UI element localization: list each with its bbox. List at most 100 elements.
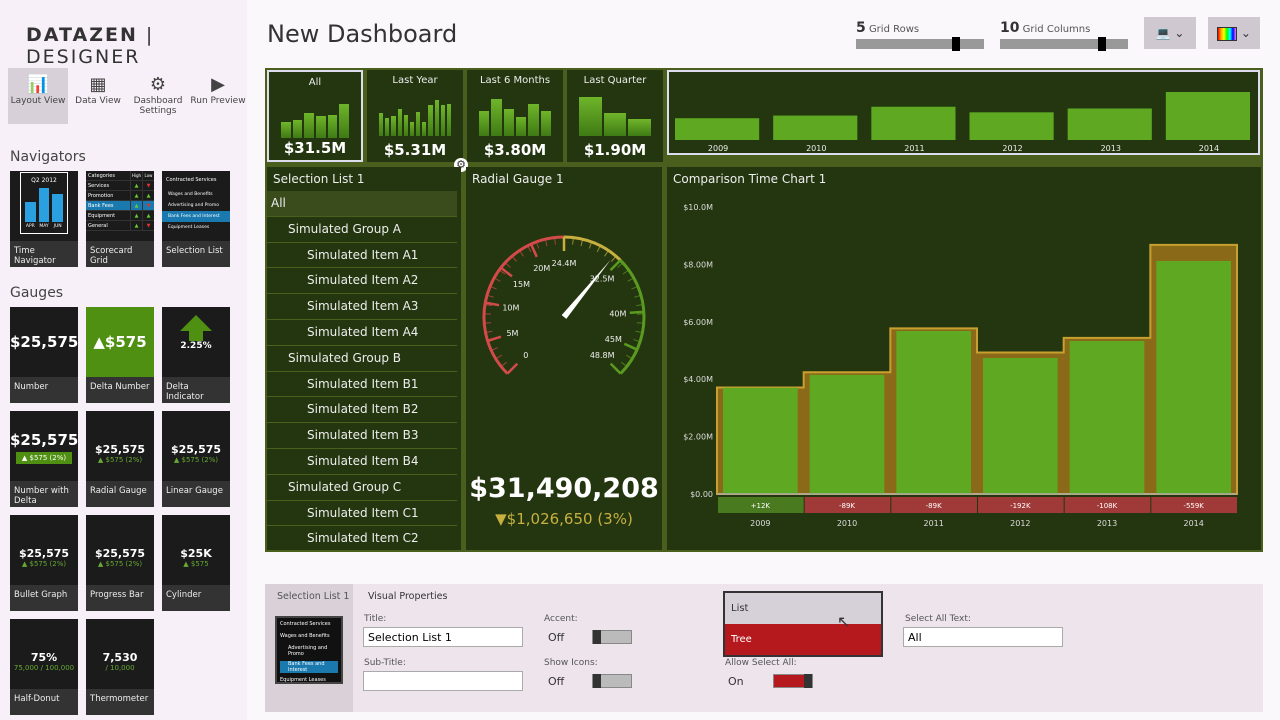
tool-label: Data View [75, 96, 121, 106]
show-icons-state: Off [548, 675, 565, 688]
widget-label: Linear Gauge [162, 481, 230, 507]
grid-cols-thumb[interactable] [1098, 37, 1106, 51]
widget-bullet-graph[interactable]: $25,575 ▲ $575 (2%) Bullet Graph [10, 515, 78, 611]
widget-thermometer[interactable]: 7,530/ 10,000 Thermometer [86, 619, 154, 715]
list-item[interactable]: Simulated Item A4 [267, 320, 457, 346]
list-item[interactable]: All [267, 191, 457, 217]
widget-preview: Contracted Services Wages and Benefits Adv… [275, 616, 343, 684]
spark-bar [434, 100, 439, 136]
grid-cols-label: Grid Columns [1022, 24, 1091, 35]
radial-gauge-svg: 05M10M15M20M24.4M32.5M40M45M48.8M [482, 235, 646, 375]
status-arrow-icon: ▼ [142, 221, 154, 230]
chevron-down-icon: ⌄ [1240, 26, 1251, 40]
year-bar [871, 106, 956, 140]
spark-bar [503, 109, 514, 136]
delta-label: -89K [926, 502, 942, 510]
subtitle-input[interactable] [363, 671, 523, 691]
list-item[interactable]: Simulated Item B1 [267, 372, 457, 398]
allow-select-all-toggle[interactable] [773, 674, 813, 688]
period-sparkbars [479, 90, 551, 136]
title-input[interactable] [363, 627, 523, 647]
spark-bar [515, 116, 527, 136]
list-item[interactable]: Simulated Item B4 [267, 449, 457, 475]
mode-dropdown[interactable]: List Tree [723, 591, 883, 657]
grid-rows-slider[interactable] [856, 39, 984, 49]
widget-preview: 75% 75,000 / 100,000 [13, 651, 75, 672]
gauge-tick-label: 45M [605, 335, 622, 344]
widget-number-with-delta[interactable]: $25,575 ▲ $575 (2%) Number with Delta [10, 411, 78, 507]
widget-scorecard-grid[interactable]: Categories High Low Services ▲ ▼ Promotion ▲ ▲ Ba… [86, 171, 154, 267]
tool-label: Dashboard Settings [133, 96, 183, 116]
x-tick-label: 2010 [837, 519, 857, 528]
spark-bar [422, 122, 427, 136]
widget-half-donut[interactable]: 75% 75,000 / 100,000 Half-Donut [10, 619, 78, 715]
grid-cols-slider[interactable] [1000, 39, 1128, 49]
option-tree[interactable]: Tree [725, 624, 881, 655]
spark-bar [397, 109, 402, 136]
visual-properties-tab[interactable]: Visual Properties [368, 591, 447, 602]
list-item[interactable]: Simulated Item C2 [267, 526, 457, 553]
widget-label: Time Navigator [10, 241, 78, 267]
option-list[interactable]: List [725, 593, 881, 624]
widget-delta-number[interactable]: ▲$575 Delta Number [86, 307, 154, 403]
widget-selection-list[interactable]: Contracted Services Wages and Benefits Adv… [162, 171, 230, 267]
list-item[interactable]: Simulated Item C1 [267, 501, 457, 527]
time-window-frame: Q2 2012 APR MAY JUN [20, 172, 68, 234]
year-bar [1067, 108, 1152, 140]
gauge-tick-label: 0 [523, 351, 528, 360]
grid-rows-thumb[interactable] [952, 37, 960, 51]
list-item[interactable]: Simulated Item B2 [267, 397, 457, 424]
tool-data-view[interactable]: ▦ Data View [68, 68, 128, 124]
show-icons-label: Show Icons: [544, 658, 598, 668]
list-item[interactable]: Simulated Group C [267, 475, 457, 501]
widget-progress-bar[interactable]: $25,575 ▲ $575 (2%) Progress Bar [86, 515, 154, 611]
y-tick-label: $10.0M [683, 203, 713, 212]
widget-time-navigator[interactable]: Q2 2012 APR MAY JUN Time Navigator [10, 171, 78, 267]
period-tile-last-year[interactable]: Last Year $5.31M [367, 70, 463, 162]
widget-cylinder[interactable]: $25K ▲ $575 Cylinder [162, 515, 230, 611]
scorecard-header-cell: Low [142, 171, 154, 180]
brand-sub: DESIGNER [26, 46, 141, 68]
list-item[interactable]: Simulated Item B3 [267, 423, 457, 449]
device-dropdown[interactable]: 💻 ⌄ [1144, 17, 1196, 49]
up-arrow-icon: ▲ [130, 221, 142, 230]
tool-play[interactable]: ▶ Run Preview [188, 68, 248, 124]
accent-toggle[interactable] [592, 630, 632, 644]
widget-linear-gauge[interactable]: $25,575 ▲ $575 (2%) Linear Gauge [162, 411, 230, 507]
chevron-down-icon: ⌄ [1174, 26, 1185, 40]
list-item[interactable]: Simulated Group B [267, 346, 457, 372]
widget-radial-gauge[interactable]: $25,575 ▲ $575 (2%) Radial Gauge [86, 411, 154, 507]
show-icons-toggle[interactable] [592, 674, 632, 688]
theme-dropdown[interactable]: ⌄ [1208, 17, 1260, 49]
period-tile-last-6-months[interactable]: Last 6 Months $3.80M [467, 70, 563, 162]
list-item[interactable]: Simulated Item A2 [267, 268, 457, 295]
period-tile-all[interactable]: All $31.5M [267, 70, 363, 162]
spark-bar [379, 113, 384, 136]
period-value: $1.90M [583, 141, 647, 159]
scorecard-row-label: Equipment [88, 213, 116, 219]
widget-delta-indicator[interactable]: 2.25% Delta Indicator [162, 307, 230, 403]
scorecard-row: Promotion ▲ ▲ [86, 191, 154, 201]
scorecard-row-label: General [88, 223, 108, 229]
widget-label: Scorecard Grid [86, 241, 154, 267]
data-view-icon: ▦ [89, 74, 107, 95]
grid-rows-value: 5 [856, 20, 866, 36]
select-all-text-input[interactable] [903, 627, 1063, 647]
period-tile-last-quarter[interactable]: Last Quarter $1.90M [567, 70, 663, 162]
tool-layout-view[interactable]: 📊 Layout View [8, 68, 68, 124]
delta-label: -108K [1097, 502, 1118, 510]
widget-number[interactable]: $25,575 Number [10, 307, 78, 403]
radial-gauge-tile: Radial Gauge 1 0 5M 10M 15M 20M 24.4M 32.5M 40M… [466, 167, 662, 550]
list-item[interactable]: Simulated Group A [267, 217, 457, 243]
gauge-minor-tick [493, 277, 501, 282]
list-item[interactable]: Simulated Item A3 [267, 294, 457, 320]
scorecard-header: Categories High Low [86, 171, 154, 181]
props-widget-tab[interactable]: Selection List 1 [277, 591, 349, 602]
period-value: $3.80M [483, 141, 547, 159]
grid-rows-label: Grid Rows [868, 24, 920, 35]
time-chart-navigator[interactable]: 2009 2010 2011 2012 2013 2014 [667, 70, 1260, 155]
list-item[interactable]: Simulated Item A1 [267, 243, 457, 269]
tool-dashboard-settings[interactable]: ⚙ Dashboard Settings [128, 68, 188, 124]
gauge-minor-tick [611, 255, 617, 262]
time-nav-period: Q2 2012 [31, 177, 57, 184]
